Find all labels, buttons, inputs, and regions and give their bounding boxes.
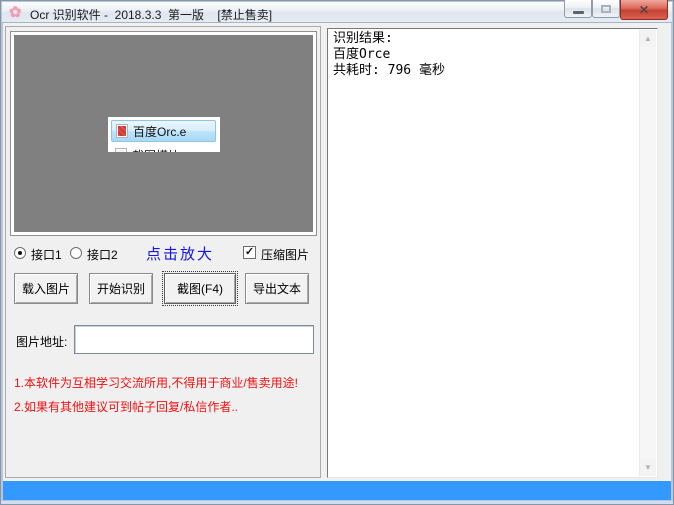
snippet-menu-item-capture: 截图模块 (111, 144, 216, 152)
notice-line-2: 2.如果有其他建议可到帖子回复/私信作者.. (14, 398, 238, 415)
minimize-icon (573, 11, 584, 14)
interface1-radio[interactable] (14, 247, 26, 259)
image-preview-box[interactable]: 百度Orc.e 截图模块 (10, 31, 317, 236)
result-textarea[interactable]: 识别结果: 百度Orce 共耗时: 796 毫秒 ▲ ▼ (327, 28, 658, 478)
snippet-menu-item-baidu: 百度Orc.e (111, 120, 216, 142)
window-title: Ocr 识别软件 - 2018.3.3 第一版 [禁止售卖] (30, 6, 272, 23)
check-icon: ✓ (245, 246, 254, 258)
loaded-image: 百度Orc.e 截图模块 (14, 35, 313, 232)
snippet-item-label: 百度Orc.e (133, 123, 186, 140)
image-address-label: 图片地址: (16, 333, 67, 350)
result-text: 识别结果: 百度Orce 共耗时: 796 毫秒 (333, 31, 637, 79)
result-line-time: 共耗时: 796 毫秒 (333, 63, 637, 79)
red-document-icon (116, 124, 128, 138)
result-line-engine: 百度Orce (333, 47, 637, 63)
document-icon (115, 148, 127, 152)
notice-line-1: 1.本软件为互相学习交流所用,不得用于商业/售卖用途! (14, 374, 298, 391)
interface2-radio[interactable] (70, 247, 82, 259)
compress-label[interactable]: 压缩图片 (261, 246, 309, 263)
scroll-up-icon[interactable]: ▲ (640, 30, 656, 47)
interface2-label[interactable]: 接口2 (87, 246, 118, 263)
zoom-hint-link[interactable]: 点击放大 (146, 243, 214, 264)
load-image-button[interactable]: 载入图片 (14, 273, 78, 304)
app-flower-icon: ✿ (9, 3, 22, 21)
compress-checkbox[interactable]: ✓ (243, 246, 256, 259)
radio-dot-icon (18, 251, 22, 255)
export-text-button[interactable]: 导出文本 (245, 273, 309, 304)
scroll-down-icon[interactable]: ▼ (640, 459, 656, 476)
maximize-button[interactable] (592, 0, 620, 18)
start-recognize-button[interactable]: 开始识别 (89, 273, 153, 304)
screenshot-button[interactable]: 截图(F4) (164, 273, 236, 304)
result-line-header: 识别结果: (333, 31, 637, 47)
app-window: ✿ Ocr 识别软件 - 2018.3.3 第一版 [禁止售卖] ✕ 百度Orc… (0, 0, 674, 505)
snippet-item-label: 截图模块 (132, 147, 180, 153)
close-button[interactable]: ✕ (620, 0, 668, 20)
minimize-button[interactable] (564, 0, 592, 18)
screenshot-snippet: 百度Orc.e 截图模块 (108, 117, 220, 152)
result-scrollbar[interactable]: ▲ ▼ (639, 30, 656, 476)
close-icon: ✕ (639, 4, 649, 16)
status-bar (3, 481, 671, 500)
maximize-icon (601, 5, 611, 13)
image-address-input[interactable] (74, 325, 314, 354)
interface1-label[interactable]: 接口1 (31, 246, 62, 263)
